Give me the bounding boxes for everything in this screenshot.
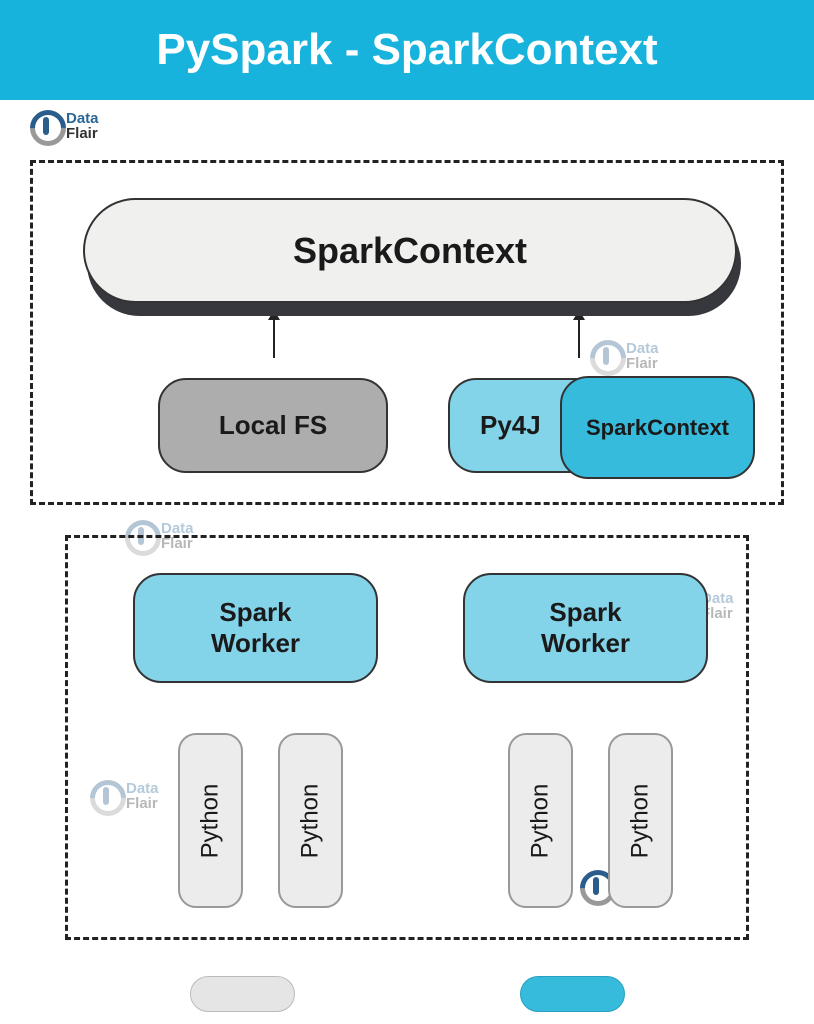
arrow-up-icon xyxy=(273,318,275,358)
spark-worker-label: SparkWorker xyxy=(541,597,630,659)
spark-worker-node: SparkWorker xyxy=(463,573,708,683)
driver-container: SparkContext Local FS Py4J SparkContext xyxy=(30,160,784,505)
python-process-node: Python xyxy=(508,733,573,908)
arrow-up-icon xyxy=(578,318,580,358)
header-banner: PySpark - SparkContext xyxy=(0,0,814,100)
python-process-node: Python xyxy=(278,733,343,908)
page-title: PySpark - SparkContext xyxy=(156,25,657,75)
python-label: Python xyxy=(527,783,555,858)
logo-text: Data Flair xyxy=(66,111,99,141)
python-label: Python xyxy=(297,783,325,858)
sparkcontext-label: SparkContext xyxy=(293,230,527,272)
localfs-node: Local FS xyxy=(158,378,388,473)
sparkcontext-node: SparkContext xyxy=(83,198,737,303)
py4j-label: Py4J xyxy=(480,410,541,441)
inner-sparkcontext-node: SparkContext xyxy=(560,376,755,479)
python-label: Python xyxy=(627,783,655,858)
legend-pill-blue xyxy=(520,976,625,1012)
py4j-node: Py4J SparkContext xyxy=(448,378,753,473)
inner-sparkcontext-label: SparkContext xyxy=(586,415,729,441)
python-process-node: Python xyxy=(608,733,673,908)
workers-container: SparkWorker SparkWorker Python Python Py… xyxy=(65,535,749,940)
spark-worker-node: SparkWorker xyxy=(133,573,378,683)
spark-worker-label: SparkWorker xyxy=(211,597,300,659)
logo-icon xyxy=(30,110,62,142)
python-process-node: Python xyxy=(178,733,243,908)
dataflair-logo: Data Flair xyxy=(30,110,99,142)
localfs-label: Local FS xyxy=(219,410,327,441)
legend-pill-grey xyxy=(190,976,295,1012)
python-label: Python xyxy=(197,783,225,858)
